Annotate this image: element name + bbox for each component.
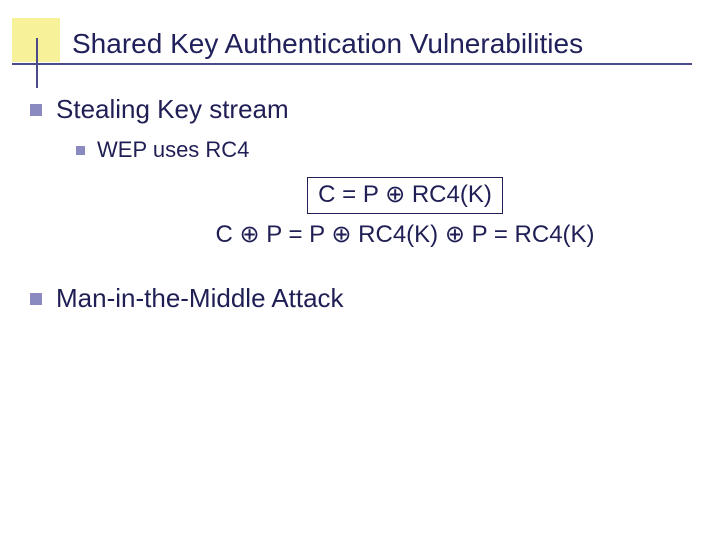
bullet-text: Man-in-the-Middle Attack: [56, 283, 344, 314]
boxed-formula: C = P ⊕ RC4(K): [307, 177, 503, 214]
formula-block: C = P ⊕ RC4(K) C ⊕ P = P ⊕ RC4(K) ⊕ P = …: [120, 177, 690, 249]
slide: Shared Key Authentication Vulnerabilitie…: [0, 0, 720, 540]
slide-body: Stealing Key stream WEP uses RC4 C = P ⊕…: [30, 94, 690, 326]
square-bullet-icon: [30, 104, 42, 116]
bullet-text: Stealing Key stream: [56, 94, 289, 125]
bullet-mitm-attack: Man-in-the-Middle Attack: [30, 283, 690, 314]
bullet-stealing-key-stream: Stealing Key stream: [30, 94, 690, 125]
square-bullet-icon: [30, 293, 42, 305]
title-horizontal-rule: [12, 63, 692, 65]
bullet-text: WEP uses RC4: [97, 137, 249, 163]
formula-line-2: C ⊕ P = P ⊕ RC4(K) ⊕ P = RC4(K): [155, 220, 655, 249]
title-vertical-rule: [36, 38, 38, 88]
slide-title: Shared Key Authentication Vulnerabilitie…: [72, 28, 583, 60]
bullet-wep-uses-rc4: WEP uses RC4: [76, 137, 690, 163]
square-bullet-icon: [76, 146, 85, 155]
formula-line-1: C = P ⊕ RC4(K): [195, 177, 615, 214]
